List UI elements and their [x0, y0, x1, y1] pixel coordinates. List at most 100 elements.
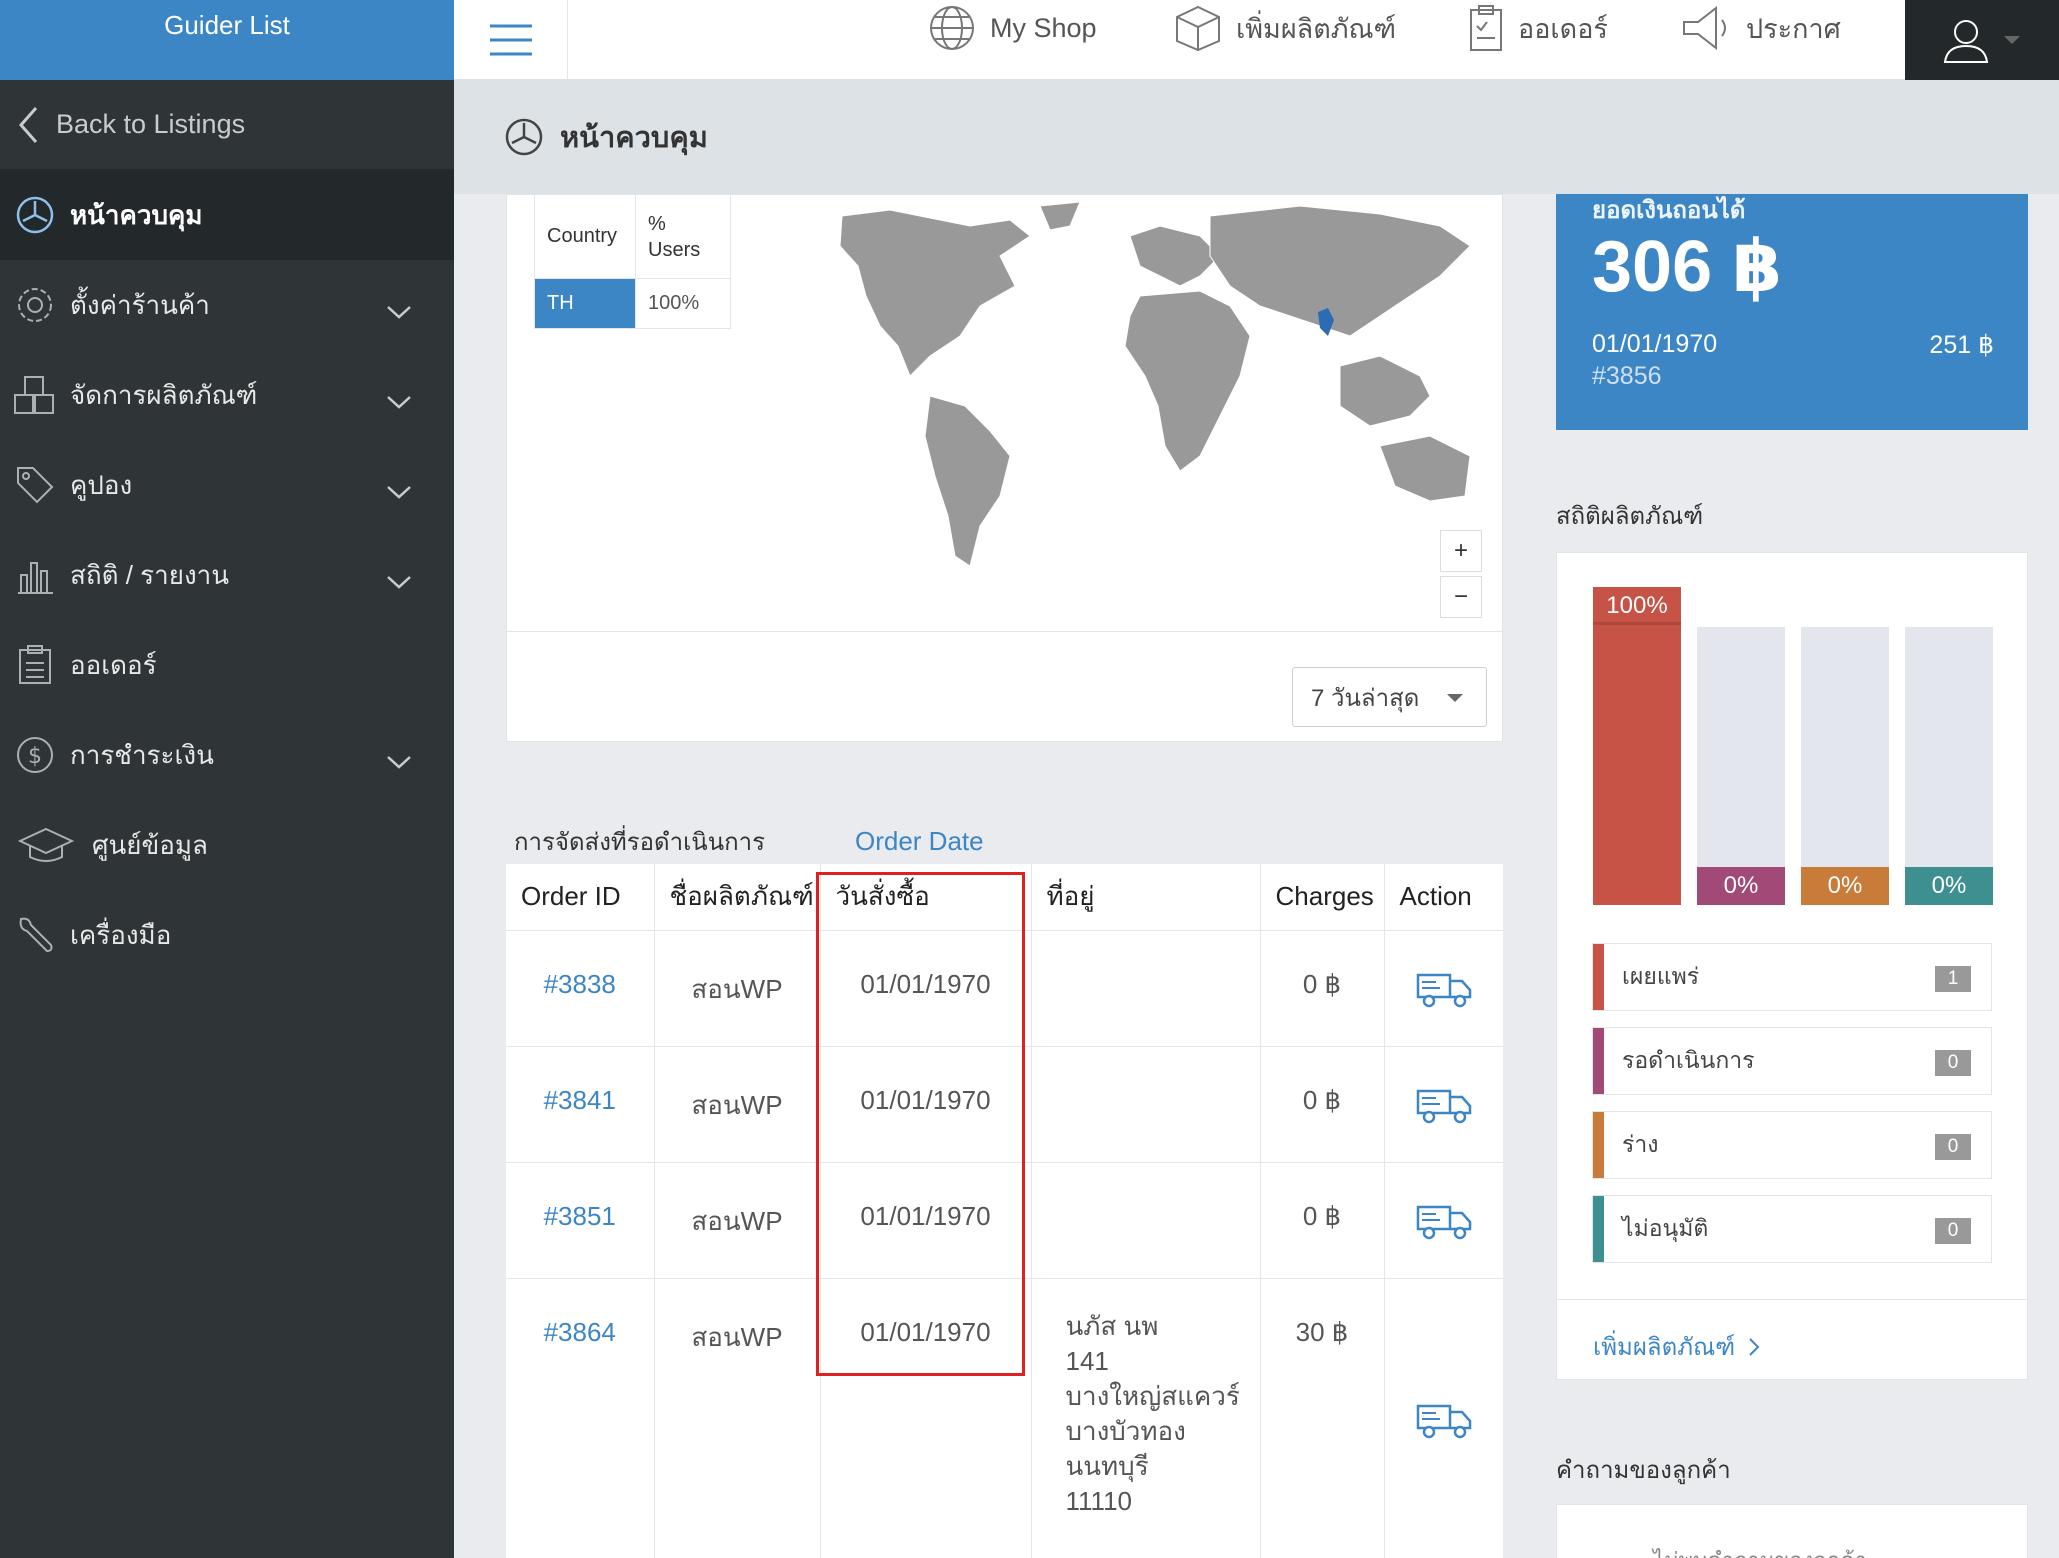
shipping-truck-icon[interactable] — [1416, 1089, 1472, 1131]
stat-row-published[interactable]: เผยแพร่ 1 — [1592, 943, 1992, 1011]
order-date-annotation: Order Date — [855, 826, 984, 856]
address-line: บางใหญ่สแควร์ — [1065, 1380, 1240, 1411]
stat-bar-label: 0% — [1931, 872, 1967, 899]
add-product-link[interactable]: เพิ่มผลิตภัณฑ์ — [1593, 1327, 1760, 1366]
hamburger-menu-button[interactable] — [454, 0, 568, 80]
customer-questions-card: ไม่พบคำถามของลูกค้า — [1556, 1504, 2028, 1558]
customer-questions-title: คำถามของลูกค้า — [1556, 1457, 1731, 1484]
product-name: สอนWP — [654, 1046, 821, 1163]
back-to-listings-link[interactable]: Back to Listings — [0, 80, 454, 170]
order-id-link[interactable]: #3841 — [544, 1085, 616, 1115]
sidebar-item-knowledge-center[interactable]: ศูนย์ข้อมูล — [0, 800, 454, 890]
product-name: สอนWP — [654, 1162, 821, 1279]
topnav-label: เพิ่มผลิตภัณฑ์ — [1236, 13, 1396, 44]
stat-label: รอดำเนินการ — [1622, 1047, 1755, 1073]
sidebar-item-label: ตั้งค่าร้านค้า — [70, 289, 210, 320]
stat-bar-label: 0% — [1723, 872, 1759, 899]
shipping-truck-icon[interactable] — [1416, 1404, 1472, 1446]
stat-count-badge: 0 — [1935, 1134, 1971, 1160]
row-users: 100% — [635, 278, 731, 329]
add-product-label: เพิ่มผลิตภัณฑ์ — [1593, 1334, 1736, 1361]
last-payment-order-ref: #3856 — [1592, 362, 1662, 390]
balance-amount: 306 ฿ — [1592, 227, 1783, 307]
europe-shape — [1129, 225, 1221, 287]
australia-shape — [1379, 435, 1471, 502]
dashboard-icon — [505, 118, 543, 156]
stat-bar-label: 0% — [1827, 872, 1863, 899]
product-name: สอนWP — [654, 1278, 821, 1558]
stat-row-draft[interactable]: ร่าง 0 — [1592, 1111, 1992, 1179]
col-action: Action — [1384, 864, 1503, 931]
customer-questions-empty: ไม่พบคำถามของลูกค้า — [1653, 1543, 1867, 1558]
sidebar-item-dashboard[interactable]: หน้าควบคุม — [0, 170, 454, 260]
map-zoom-out-button[interactable]: − — [1440, 576, 1482, 618]
chevron-left-icon — [0, 105, 56, 145]
address-line: บางบัวทอง — [1065, 1415, 1186, 1446]
sidebar-item-coupons[interactable]: คูปอง — [0, 440, 454, 530]
chevron-right-icon — [1749, 1338, 1760, 1356]
product-stats-title: สถิติผลิตภัณฑ์ — [1556, 503, 1704, 530]
oceania-islands-shape — [1339, 355, 1431, 427]
pending-shipments-title: การจัดส่งที่รอดำเนินการ — [514, 829, 766, 856]
sidebar-item-payments[interactable]: $ การชำระเงิน — [0, 710, 454, 800]
sidebar-item-label: ศูนย์ข้อมูล — [92, 829, 208, 860]
stat-count-badge: 1 — [1935, 966, 1971, 992]
col-order-id: Order ID — [506, 864, 655, 931]
sidebar-item-label: หน้าควบคุม — [70, 199, 203, 230]
sidebar-item-label: ออเดอร์ — [70, 649, 157, 680]
clipboard-icon — [0, 645, 70, 685]
map-zoom-in-button[interactable]: + — [1440, 530, 1482, 572]
page-title: หน้าควบคุม — [560, 122, 708, 154]
south-america-shape — [924, 395, 1011, 567]
last-payment-date: 01/01/1970 — [1592, 330, 1718, 358]
address — [1031, 930, 1261, 1047]
user-menu-button[interactable] — [1905, 0, 2059, 80]
sidebar-item-tools[interactable]: เครื่องมือ — [0, 890, 454, 980]
box-icon — [1176, 5, 1220, 52]
sidebar-item-shop-settings[interactable]: ตั้งค่าร้านค้า — [0, 260, 454, 350]
svg-text:$: $ — [28, 744, 42, 769]
order-id-link[interactable]: #3864 — [544, 1317, 616, 1347]
address — [1031, 1162, 1261, 1279]
stat-row-pending[interactable]: รอดำเนินการ 0 — [1592, 1027, 1992, 1095]
stat-label: ร่าง — [1622, 1131, 1659, 1157]
order-id-link[interactable]: #3838 — [544, 969, 616, 999]
sidebar-item-orders[interactable]: ออเดอร์ — [0, 620, 454, 710]
charges: 0 ฿ — [1260, 930, 1385, 1047]
stat-bar-track — [1905, 627, 1993, 905]
globe-icon — [930, 6, 974, 50]
sidebar-item-label: จัดการผลิตภัณฑ์ — [70, 379, 258, 410]
charges: 0 ฿ — [1260, 1162, 1385, 1279]
dashboard-icon — [0, 195, 70, 235]
address — [1031, 1046, 1261, 1163]
order-id-link[interactable]: #3851 — [544, 1201, 616, 1231]
date-range-select[interactable]: 7 วันล่าสุด — [1292, 667, 1487, 727]
stat-bar-fill — [1593, 587, 1681, 905]
chevron-down-icon — [386, 296, 412, 327]
back-label: Back to Listings — [56, 109, 246, 139]
world-map — [839, 201, 1471, 567]
brand-title: Guider List — [0, 0, 454, 80]
col-country: Country — [534, 194, 636, 279]
date-range-value: 7 วันล่าสุด — [1311, 684, 1420, 712]
last-payment-amount: 251 ฿ — [1929, 331, 1994, 359]
shipping-truck-icon[interactable] — [1416, 973, 1472, 1015]
graduation-cap-icon — [0, 825, 92, 865]
asia-shape — [1209, 205, 1471, 337]
caret-down-icon — [2004, 36, 2020, 44]
africa-shape — [1124, 290, 1251, 472]
sidebar-item-label: การชำระเงิน — [70, 739, 214, 770]
megaphone-icon — [1683, 5, 1726, 51]
topnav-my-shop[interactable]: My Shop — [928, 0, 1097, 56]
topnav-orders[interactable]: ออเดอร์ — [1468, 0, 1608, 56]
shipping-truck-icon[interactable] — [1416, 1205, 1472, 1247]
chevron-down-icon — [386, 476, 412, 507]
sidebar-item-reports[interactable]: สถิติ / รายงาน — [0, 530, 454, 620]
topnav-announcements[interactable]: ประกาศ — [1680, 0, 1841, 56]
stat-row-rejected[interactable]: ไม่อนุมัติ 0 — [1592, 1195, 1992, 1263]
sidebar-item-manage-products[interactable]: จัดการผลิตภัณฑ์ — [0, 350, 454, 440]
tag-icon — [0, 465, 70, 505]
stat-label: ไม่อนุมัติ — [1622, 1215, 1709, 1241]
topnav-add-product[interactable]: เพิ่มผลิตภัณฑ์ — [1174, 0, 1396, 56]
wrench-icon — [0, 915, 70, 955]
